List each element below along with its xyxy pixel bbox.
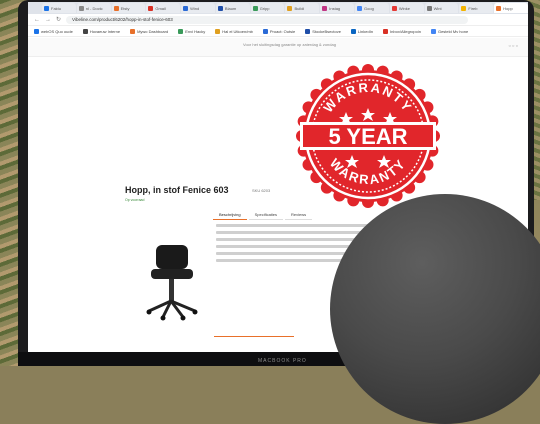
tab-favicon-icon <box>426 5 432 11</box>
bookmark-item[interactable]: Mywo Dashboard <box>130 29 168 34</box>
tab-favicon-icon <box>148 5 154 11</box>
tab-favicon-icon <box>183 5 189 11</box>
browser-tab[interactable]: Gripp <box>250 3 285 13</box>
tab-favicon-icon <box>391 5 397 11</box>
product-tabs: Beschrijving Specificaties Reviews <box>213 210 313 220</box>
warranty-seal: WARRANTY 5 YEAR WARRANTY <box>296 64 440 208</box>
browser-tab[interactable]: Fireb <box>459 3 494 13</box>
bookmark-item[interactable]: webOS Quo oude <box>34 29 73 34</box>
accent-divider <box>214 336 294 337</box>
bookmark-item[interactable]: Inbox/Allegropoin <box>383 29 421 34</box>
reload-icon[interactable]: ↻ <box>56 16 61 23</box>
browser-tab[interactable]: Gmail <box>146 3 181 13</box>
browser-tab[interactable]: Faktu <box>42 3 76 13</box>
product-title: Hopp, in stof Fenice 603 <box>125 185 229 195</box>
tab-reviews[interactable]: Reviews <box>285 210 313 220</box>
bookmark-item[interactable]: Gesteld Mv hone <box>430 29 468 34</box>
forward-arrow-icon[interactable]: → <box>45 17 51 23</box>
tab-favicon-icon <box>357 5 363 11</box>
tab-favicon-icon <box>461 5 467 11</box>
promo-strip: Voor het sluitingsdag garantie op zaterd… <box>243 42 336 47</box>
tab-favicon-icon <box>217 5 223 11</box>
office-chair-image <box>123 207 213 332</box>
browser-tab[interactable]: Goog <box>355 3 389 13</box>
browser-tab[interactable]: Wint <box>424 3 459 13</box>
tab-favicon-icon <box>78 5 84 11</box>
browser-tab[interactable]: Etsty <box>111 3 146 13</box>
tab-specifications[interactable]: Specificaties <box>248 210 284 220</box>
browser-tab-bar: Faktu nl - Doctc Etsty Gmail Wind Blaum … <box>28 2 528 14</box>
browser-tab[interactable]: Wind <box>181 3 215 13</box>
bookmark-item[interactable]: Envi Hacky <box>178 29 205 34</box>
tab-favicon-icon <box>322 5 328 11</box>
laptop-brand: MACBOOK PRO <box>258 358 307 364</box>
bookmark-item[interactable]: Hal el Utkoen/mb <box>215 29 253 34</box>
person-head-foreground <box>330 194 540 424</box>
header-icons[interactable]: ○ ○ ○ <box>509 43 518 48</box>
tab-favicon-icon <box>113 5 119 11</box>
tab-favicon-icon <box>496 5 502 11</box>
browser-tab-active[interactable]: Hopp <box>494 3 528 13</box>
bookmark-item[interactable]: LinkedIn <box>350 29 373 34</box>
stock-status: Op voorraad <box>125 198 145 202</box>
url-field[interactable]: Vibeline.com/product/6202/hopp-in-stof-f… <box>66 15 468 24</box>
browser-tab[interactable]: Blaum <box>215 3 250 13</box>
bookmark-item[interactable]: StockeBsectove <box>305 29 341 34</box>
browser-tab[interactable]: Buildi <box>285 3 320 13</box>
site-header: Voor het sluitingsdag garantie op zaterd… <box>28 38 528 57</box>
seal-main-text: 5 YEAR <box>328 124 407 149</box>
address-bar-row: ← → ↻ Vibeline.com/product/6202/hopp-in-… <box>28 14 528 26</box>
product-code: SKU 6203 <box>252 188 271 193</box>
browser-tab[interactable]: nl - Doctc <box>76 3 111 13</box>
tab-description[interactable]: Beschrijving <box>213 210 247 220</box>
bookmarks-bar: webOS Quo oude Hovaeuw Interne Mywo Dash… <box>28 27 528 37</box>
bookmark-item[interactable]: Hovaeuw Interne <box>82 29 120 34</box>
tab-favicon-icon <box>44 5 49 11</box>
tab-favicon-icon <box>287 5 293 11</box>
tab-favicon-icon <box>252 5 258 11</box>
browser-tab[interactable]: Instag <box>320 3 355 13</box>
browser-tab[interactable]: Winke <box>389 3 424 13</box>
back-arrow-icon[interactable]: ← <box>34 17 40 23</box>
bookmark-item[interactable]: Proact: Outsie <box>262 29 295 34</box>
